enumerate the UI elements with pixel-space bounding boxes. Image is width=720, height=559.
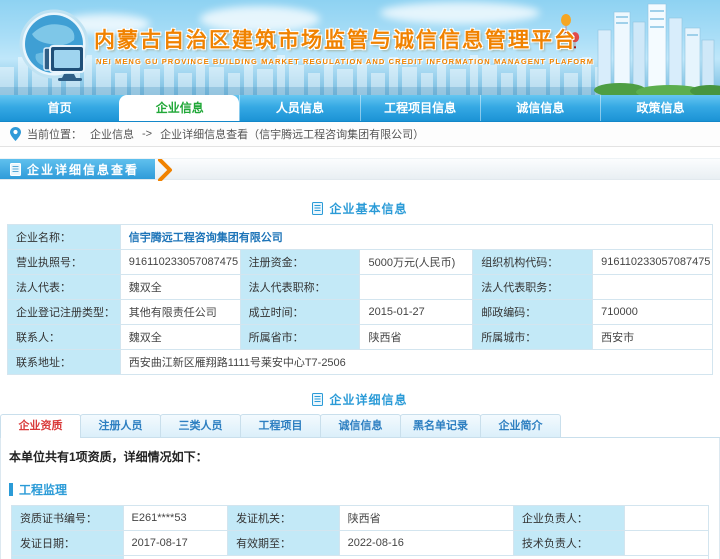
field-label: 企业名称： <box>7 224 121 250</box>
field-label: 法人代表： <box>7 274 121 300</box>
field-value <box>592 274 713 300</box>
section-header-bar: 企业详细信息查看 <box>0 158 720 181</box>
field-value: 魏双全 <box>119 274 241 300</box>
field-label: 技术负责人： <box>512 530 626 556</box>
nav-item-4[interactable]: 诚信信息 <box>479 95 600 121</box>
qualification-summary: 本单位共有1项资质，详细情况如下： <box>9 450 208 464</box>
detail-info-heading-text: 企业详细信息 <box>329 393 408 407</box>
tab-4[interactable]: 诚信信息 <box>320 414 401 437</box>
site-subtitle: NEI MENG GU PROVINCE BUILDING MARKET REG… <box>96 57 595 66</box>
breadcrumb-current-page: 企业详细信息查看（信宇腾远工程咨询集团有限公司） <box>160 129 425 141</box>
qualification-title: 工程监理 <box>9 481 711 498</box>
field-value: 2017-08-17 <box>122 530 229 556</box>
tab-1[interactable]: 注册人员 <box>80 414 161 437</box>
field-value <box>122 555 710 559</box>
field-label: 资质证书编号： <box>11 505 124 531</box>
basic-info-heading-text: 企业基本信息 <box>329 202 408 216</box>
field-value: 916110233057087475 <box>592 249 713 275</box>
chevron-right-icon <box>158 159 173 181</box>
nav-item-1[interactable]: 企业信息 <box>119 95 240 121</box>
cloud-decoration <box>380 2 540 24</box>
basic-info-heading: 企业基本信息 <box>0 200 720 217</box>
blue-bar-icon <box>9 483 13 496</box>
field-value: 陕西省 <box>338 505 514 531</box>
field-label: 组织机构代码： <box>472 249 594 275</box>
site-banner: 内蒙古自治区建筑市场监管与诚信信息管理平台 NEI MENG GU PROVIN… <box>0 0 720 95</box>
field-value <box>359 274 474 300</box>
field-label: 企业负责人： <box>512 505 626 531</box>
tab-5[interactable]: 黑名单记录 <box>400 414 481 437</box>
qualification-name: 工程监理 <box>19 483 68 497</box>
site-logo-globe-computer-icon <box>19 9 89 81</box>
tab-3[interactable]: 工程项目 <box>240 414 321 437</box>
field-value: 其他有限责任公司 <box>119 299 241 325</box>
tab-0[interactable]: 企业资质 <box>0 414 81 438</box>
table-row: 联系人： 魏双全 所属省市： 陕西省 所属城市： 西安市 <box>7 324 713 350</box>
breadcrumb-prefix: 当前位置： <box>27 129 82 141</box>
nav-item-5[interactable]: 政策信息 <box>599 95 720 121</box>
field-value: 916110233057087475 <box>119 249 241 275</box>
field-label: 注册资金： <box>239 249 361 275</box>
field-label: 企业登记注册类型： <box>7 299 121 325</box>
document-icon <box>312 393 324 406</box>
table-row: 发证日期： 2017-08-17 有效期至： 2022-08-16 技术负责人： <box>11 530 709 556</box>
table-row: 法人代表： 魏双全 法人代表职称： 法人代表职务： <box>7 274 713 300</box>
detail-info-heading: 企业详细信息 <box>0 391 720 408</box>
table-row: 营业执照号： 916110233057087475 注册资金： 5000万元(人民币)… <box>7 249 713 275</box>
field-value: 710000 <box>592 299 713 325</box>
document-icon <box>10 162 21 176</box>
field-label: 联系地址： <box>7 349 121 375</box>
field-value: 陕西省 <box>359 324 474 350</box>
field-label: 邮政编码： <box>472 299 594 325</box>
field-value: 西安曲江新区雁翔路1111号莱安中心T7-2506 <box>119 349 714 375</box>
table-row: 企业登记注册类型： 其他有限责任公司 成立时间： 2015-01-27 邮政编码： 710… <box>7 299 713 325</box>
table-row: 资质范围： <box>11 555 710 559</box>
field-label: 资质范围： <box>11 555 124 559</box>
qualification-table: 资质证书编号： E261****53 发证机关： 陕西省 企业负责人： 发证日期： 2017… <box>11 505 710 559</box>
field-value: 信宇腾远工程咨询集团有限公司 <box>119 224 714 250</box>
detail-panel: 本单位共有1项资质，详细情况如下： 工程监理 资质证书编号： E261****53… <box>0 438 720 559</box>
field-value: 5000万元(人民币) <box>359 249 474 275</box>
breadcrumb-arrow: -> <box>142 128 153 140</box>
field-value: 西安市 <box>592 324 713 350</box>
nav-item-2[interactable]: 人员信息 <box>239 95 359 121</box>
field-value: E261****53 <box>122 505 229 531</box>
buildings-decoration <box>594 3 720 95</box>
nav-item-3[interactable]: 工程项目信息 <box>359 95 480 121</box>
table-row: 联系地址： 西安曲江新区雁翔路1111号莱安中心T7-2506 <box>7 349 714 375</box>
tab-6[interactable]: 企业简介 <box>480 414 561 437</box>
field-value <box>624 505 709 531</box>
field-label: 法人代表职称： <box>239 274 361 300</box>
document-icon <box>312 202 324 215</box>
nav-item-0[interactable]: 首页 <box>0 95 119 121</box>
location-pin-icon <box>10 127 21 141</box>
field-label: 联系人： <box>7 324 121 350</box>
section-header-title: 企业详细信息查看 <box>27 162 140 177</box>
site-title: 内蒙古自治区建筑市场监管与诚信信息管理平台 <box>94 29 577 52</box>
field-label: 发证机关： <box>227 505 340 531</box>
field-label: 所属省市： <box>239 324 361 350</box>
field-value: 2015-01-27 <box>359 299 474 325</box>
breadcrumb: 当前位置： 企业信息 -> 企业详细信息查看（信宇腾远工程咨询集团有限公司） <box>0 122 720 147</box>
section-header-label: 企业详细信息查看 <box>0 159 156 179</box>
field-label: 成立时间： <box>239 299 361 325</box>
field-label: 发证日期： <box>11 530 124 556</box>
table-row: 企业名称： 信宇腾远工程咨询集团有限公司 <box>7 224 714 250</box>
breadcrumb-section-link[interactable]: 企业信息 <box>90 126 134 142</box>
main-nav: 首页 企业信息 人员信息 工程项目信息 诚信信息 政策信息 <box>0 95 720 122</box>
field-label: 营业执照号： <box>7 249 121 275</box>
table-row: 资质证书编号： E261****53 发证机关： 陕西省 企业负责人： <box>11 505 709 531</box>
field-label: 所属城市： <box>472 324 594 350</box>
field-value: 2022-08-16 <box>338 530 514 556</box>
tab-2[interactable]: 三类人员 <box>160 414 241 437</box>
field-label: 有效期至： <box>227 530 340 556</box>
detail-tabs: 企业资质 注册人员 三类人员 工程项目 诚信信息 黑名单记录 企业简介 <box>0 414 720 438</box>
basic-info-table: 企业名称： 信宇腾远工程咨询集团有限公司 营业执照号： 916110233057087… <box>7 224 714 375</box>
field-label: 法人代表职务： <box>472 274 594 300</box>
field-value <box>624 530 709 556</box>
field-value: 魏双全 <box>119 324 241 350</box>
